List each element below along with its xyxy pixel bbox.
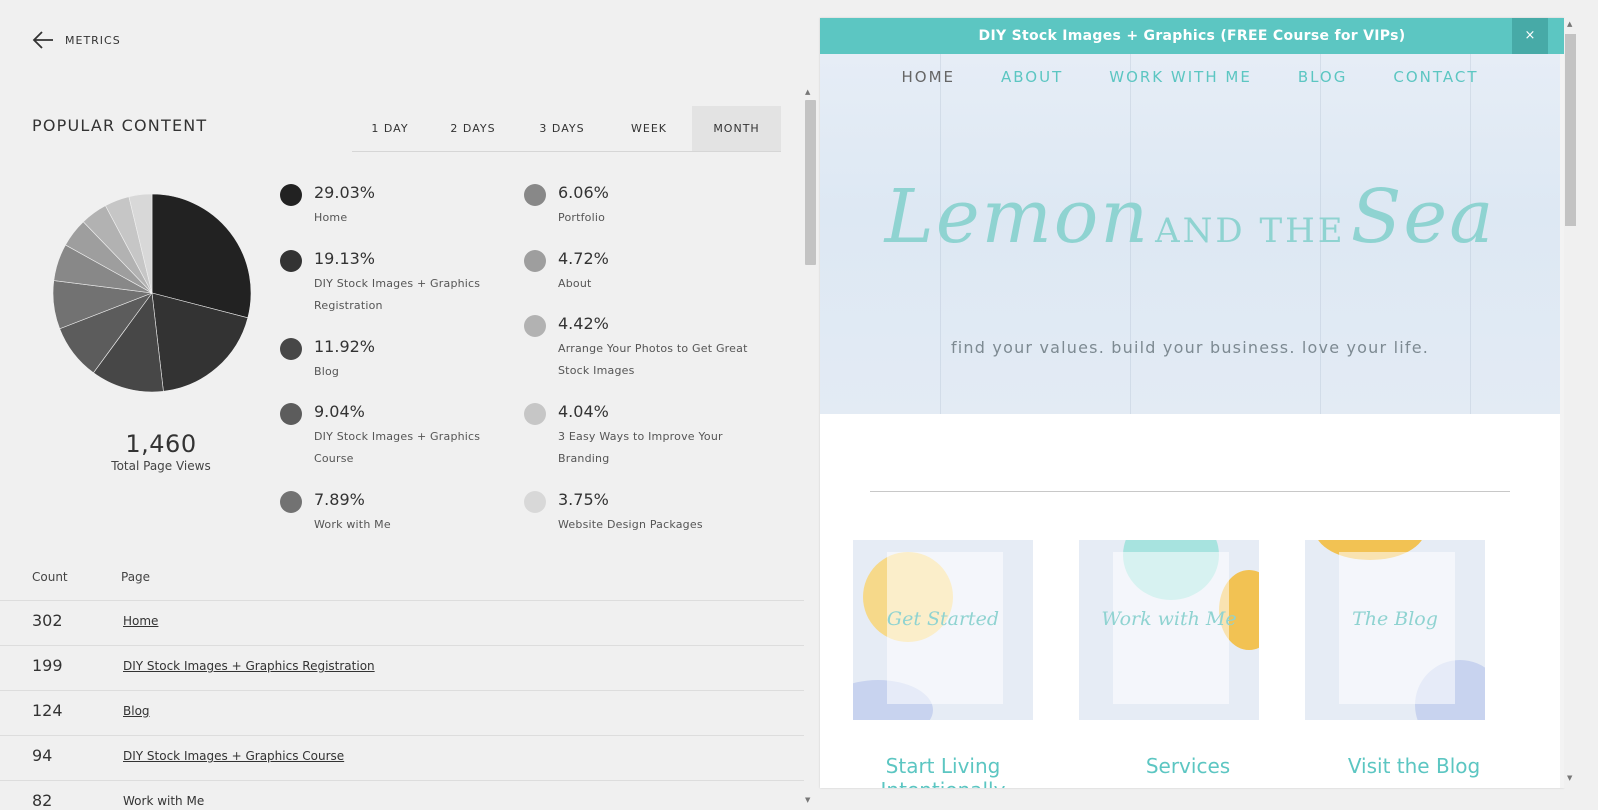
legend-percent: 4.72% [558, 249, 609, 268]
legend-label: DIY Stock Images + Graphics Course [314, 430, 481, 465]
legend-label: Work with Me [314, 518, 391, 531]
row-count: 199 [32, 656, 63, 675]
card-title-services[interactable]: Services [1078, 754, 1298, 778]
legend-percent: 4.42% [558, 314, 609, 333]
section-divider [870, 491, 1510, 492]
legend-swatch [280, 184, 302, 206]
total-page-views-value: 1,460 [125, 430, 197, 458]
legend-label: Home [314, 211, 348, 224]
card-script-label: Work with Me [1101, 608, 1237, 630]
scrollbar-thumb[interactable] [1565, 34, 1576, 226]
legend-percent: 9.04% [314, 402, 365, 421]
legend-percent: 7.89% [314, 490, 365, 509]
table-row: 199 DIY Stock Images + Graphics Registra… [0, 645, 804, 691]
legend-percent: 3.75% [558, 490, 609, 509]
legend-label: 3 Easy Ways to Improve Your Branding [558, 430, 723, 465]
tab-2-days[interactable]: 2 DAYS [428, 106, 518, 151]
row-page-link[interactable]: Work with Me [123, 794, 204, 808]
total-page-views: 1,460 Total Page Views [80, 430, 242, 473]
tab-month[interactable]: MONTH [692, 106, 781, 151]
nav-home[interactable]: HOME [901, 68, 955, 86]
legend-percent: 19.13% [314, 249, 376, 268]
card-script-label: The Blog [1352, 608, 1438, 630]
logo-word-and-the: AND THE [1155, 211, 1346, 251]
metrics-scrollbar[interactable]: ▲ ▼ [803, 88, 816, 810]
range-tabs: 1 DAY 2 DAYS 3 DAYS WEEK MONTH [352, 106, 781, 152]
legend-swatch [524, 403, 546, 425]
card-the-blog[interactable]: The Blog [1305, 540, 1485, 720]
table-header: Count Page [32, 570, 812, 584]
popular-content-title: POPULAR CONTENT [32, 116, 208, 135]
legend-label: Website Design Packages [558, 518, 703, 531]
row-count: 302 [32, 611, 63, 630]
nav-work-with-me[interactable]: WORK WITH ME [1109, 68, 1252, 86]
table-row: 94 DIY Stock Images + Graphics Course [0, 735, 804, 781]
page-views-pie-chart [52, 193, 252, 393]
legend-swatch [280, 250, 302, 272]
row-page-link[interactable]: Blog [123, 704, 150, 718]
site-logo: Lemon AND THE Sea [820, 174, 1560, 260]
card-title-start-living[interactable]: Start Living Intentionally [833, 754, 1053, 788]
table-row: 302 Home [0, 600, 804, 646]
logo-word-sea: Sea [1350, 174, 1496, 260]
hero-section: HOME ABOUT WORK WITH ME BLOG CONTACT Lem… [820, 54, 1560, 414]
scroll-up-arrow-icon[interactable]: ▲ [805, 88, 810, 96]
scroll-down-arrow-icon[interactable]: ▼ [805, 796, 810, 804]
logo-word-lemon: Lemon [884, 174, 1150, 260]
legend-swatch [524, 250, 546, 272]
legend-swatch [280, 403, 302, 425]
row-count: 82 [32, 791, 53, 810]
legend-label: Blog [314, 365, 340, 378]
scrollbar-thumb[interactable] [805, 100, 816, 265]
arrow-left-icon [32, 31, 53, 49]
announcement-banner[interactable]: DIY Stock Images + Graphics (FREE Course… [820, 18, 1564, 54]
tab-week[interactable]: WEEK [606, 106, 692, 151]
tab-1-day[interactable]: 1 DAY [352, 106, 428, 151]
legend-label: DIY Stock Images + Graphics Registration [314, 277, 481, 312]
back-to-metrics-link[interactable]: METRICS [32, 30, 121, 50]
table-row: 124 Blog [0, 690, 804, 736]
site-tagline: find your values. build your business. l… [950, 338, 1430, 357]
total-page-views-label: Total Page Views [111, 459, 211, 473]
site-nav: HOME ABOUT WORK WITH ME BLOG CONTACT [820, 68, 1560, 86]
row-count: 124 [32, 701, 63, 720]
card-work-with-me[interactable]: Work with Me [1079, 540, 1259, 720]
scroll-down-arrow-icon[interactable]: ▼ [1567, 774, 1572, 782]
legend-label: About [558, 277, 592, 290]
close-banner-button[interactable]: × [1512, 18, 1548, 54]
row-count: 94 [32, 746, 53, 765]
legend-percent: 4.04% [558, 402, 609, 421]
legend-percent: 11.92% [314, 337, 376, 356]
row-page-link[interactable]: DIY Stock Images + Graphics Registration [123, 659, 375, 673]
legend-swatch [280, 491, 302, 513]
nav-contact[interactable]: CONTACT [1393, 68, 1478, 86]
column-header-page: Page [121, 570, 151, 584]
legend-swatch [524, 491, 546, 513]
legend-percent: 6.06% [558, 183, 609, 202]
legend-label: Portfolio [558, 211, 606, 224]
row-page-link[interactable]: Home [123, 614, 158, 628]
legend-label: Arrange Your Photos to Get Great Stock I… [558, 342, 748, 377]
legend-swatch [524, 315, 546, 337]
card-get-started[interactable]: Get Started [853, 540, 1033, 720]
table-row: 82 Work with Me [0, 780, 804, 810]
card-script-label: Get Started [886, 608, 1000, 630]
tab-3-days[interactable]: 3 DAYS [518, 106, 606, 151]
column-header-count: Count [32, 570, 68, 584]
back-label: METRICS [65, 33, 121, 47]
site-preview: HOME ABOUT WORK WITH ME BLOG CONTACT Lem… [820, 18, 1564, 788]
metrics-panel: METRICS POPULAR CONTENT 1 DAY 2 DAYS 3 D… [0, 0, 820, 810]
legend-percent: 29.03% [314, 183, 376, 202]
legend-swatch [280, 338, 302, 360]
scroll-up-arrow-icon[interactable]: ▲ [1567, 20, 1572, 28]
row-page-link[interactable]: DIY Stock Images + Graphics Course [123, 749, 344, 763]
legend-swatch [524, 184, 546, 206]
nav-about[interactable]: ABOUT [1001, 68, 1063, 86]
card-title-visit-blog[interactable]: Visit the Blog [1304, 754, 1524, 778]
preview-scrollbar[interactable]: ▲ ▼ [1564, 18, 1578, 788]
nav-blog[interactable]: BLOG [1298, 68, 1348, 86]
